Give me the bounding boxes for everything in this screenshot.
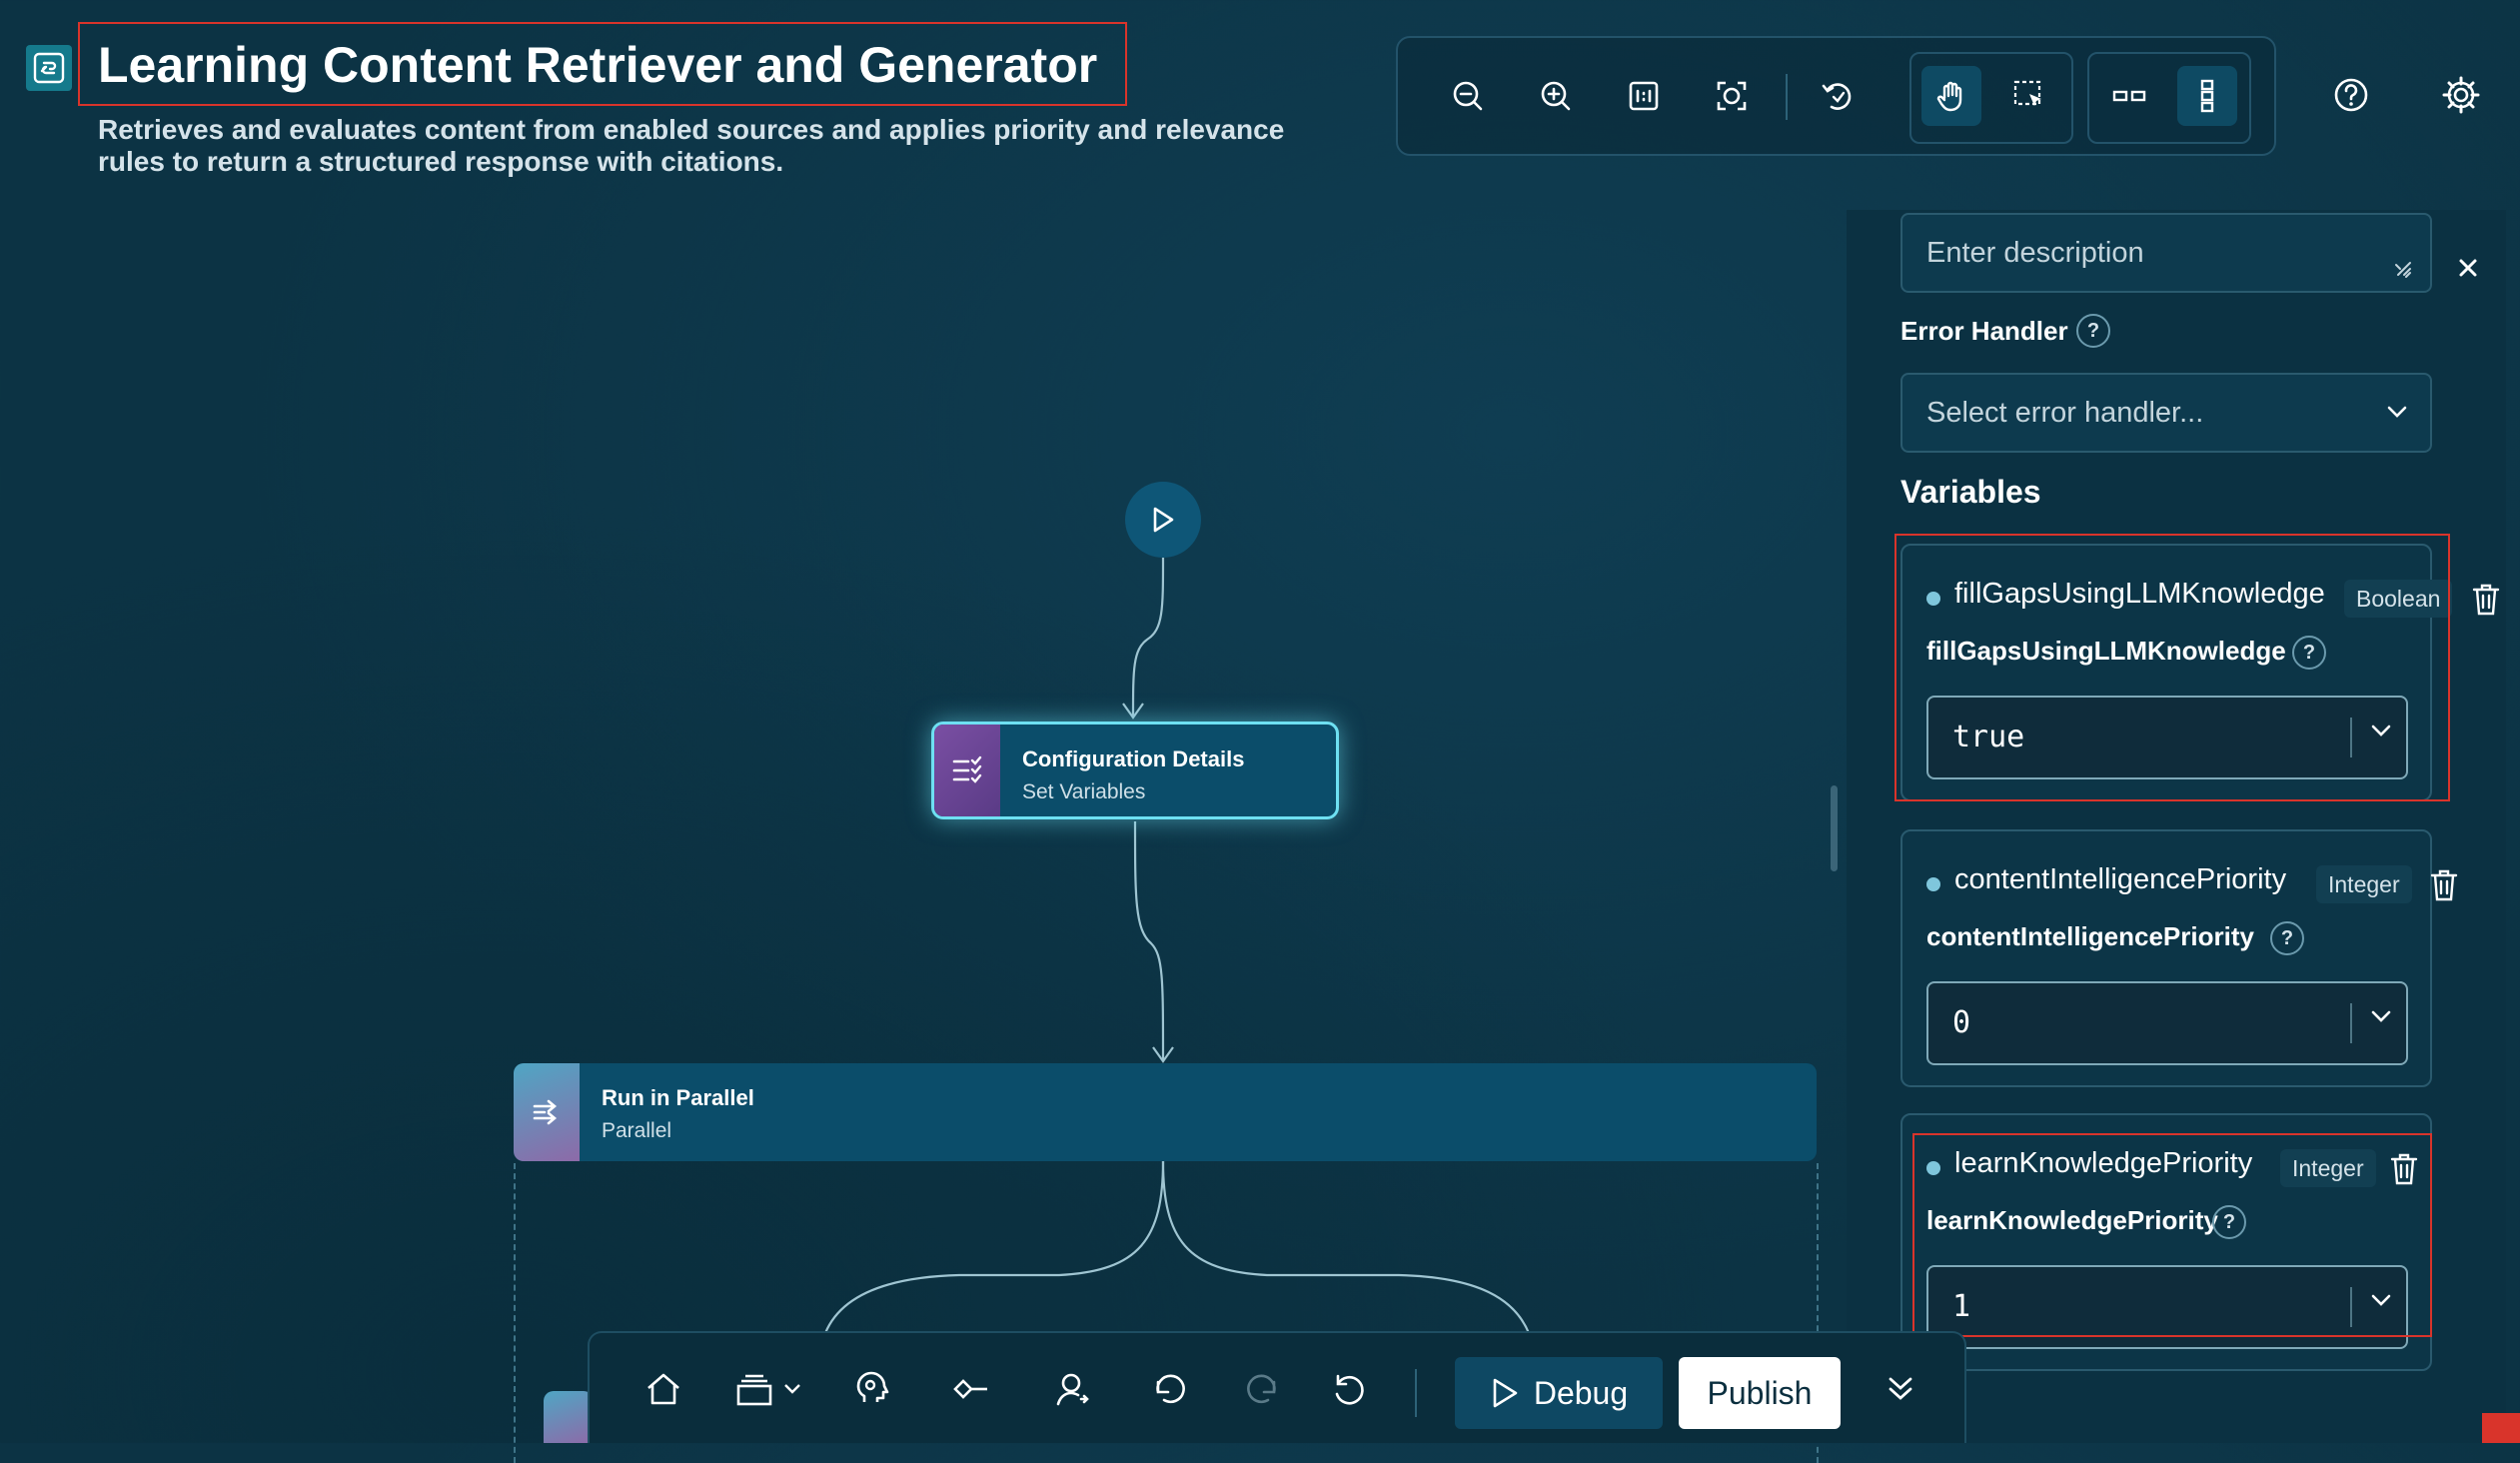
user-action-button[interactable]	[1043, 1359, 1103, 1419]
settings-button[interactable]	[2430, 64, 2492, 126]
variable-type-badge: Integer	[2316, 865, 2412, 903]
collapse-toolbar-button[interactable]	[1871, 1359, 1930, 1419]
ai-head-icon	[856, 1371, 889, 1402]
vertical-layout-button[interactable]	[2177, 66, 2237, 126]
resize-grip-icon[interactable]	[2392, 257, 2416, 281]
description-input[interactable]: Enter description	[1900, 213, 2432, 293]
ai-agent-button[interactable]	[843, 1359, 903, 1419]
layout-direction-group	[2087, 52, 2251, 144]
select-divider	[2350, 1003, 2352, 1043]
undo-button[interactable]	[1141, 1359, 1201, 1419]
error-handler-label: Error Handler	[1900, 316, 2068, 346]
error-handler-help-icon[interactable]: ?	[2076, 314, 2110, 348]
vertical-layout-icon	[2200, 79, 2214, 113]
double-chevron-down-icon	[1889, 1377, 1912, 1400]
node-title: Configuration Details	[1022, 746, 1245, 771]
run-in-parallel-node[interactable]: Run in Parallel Parallel	[514, 1063, 1817, 1161]
variables-section-title: Variables	[1900, 474, 2041, 510]
play-icon	[1493, 1378, 1518, 1408]
debug-button[interactable]: Debug	[1455, 1357, 1663, 1429]
bottom-toolbar: Debug Publish	[588, 1331, 1966, 1443]
add-step-button[interactable]	[941, 1359, 1001, 1419]
variable-status-dot	[1926, 877, 1940, 891]
close-panel-button[interactable]	[2450, 250, 2486, 286]
variable-value-select[interactable]: 0	[1926, 981, 2408, 1065]
node-subtitle: Parallel	[602, 1119, 672, 1142]
parallel-icon	[514, 1063, 580, 1161]
select-area-button[interactable]	[1999, 66, 2059, 126]
layers-dropdown-button[interactable]	[723, 1359, 813, 1419]
pan-hand-icon	[1936, 81, 1962, 112]
description-placeholder: Enter description	[1926, 237, 2144, 269]
chevron-down-icon	[784, 1384, 800, 1394]
help-button[interactable]	[2320, 64, 2382, 126]
horizontal-layout-button[interactable]	[2099, 66, 2159, 126]
help-icon	[2334, 78, 2368, 112]
variable-value: 0	[1952, 1005, 1971, 1040]
branch-child-node[interactable]	[544, 1391, 594, 1443]
refresh-button[interactable]	[1319, 1359, 1379, 1419]
home-icon	[647, 1373, 679, 1405]
toolbar-divider	[1415, 1369, 1417, 1417]
chevron-down-icon	[2387, 406, 2407, 418]
delete-variable-button[interactable]	[2428, 867, 2460, 903]
interaction-mode-group	[1909, 52, 2073, 144]
corner-indicator	[2482, 1413, 2520, 1443]
delete-variable-button[interactable]	[2470, 582, 2502, 618]
variable-card: contentIntelligencePriority Integer cont…	[1900, 829, 2458, 1087]
gear-icon	[2442, 76, 2480, 114]
start-node[interactable]	[1125, 482, 1201, 558]
configuration-details-node[interactable]: Configuration Details Set Variables	[931, 722, 1339, 819]
undo-icon	[1156, 1374, 1185, 1404]
horizontal-layout-icon	[2112, 90, 2146, 102]
close-icon	[2459, 259, 2477, 277]
user-search-icon	[1056, 1373, 1089, 1406]
home-button[interactable]	[633, 1359, 693, 1419]
chevron-down-icon	[2371, 1010, 2391, 1022]
play-icon	[1153, 507, 1174, 533]
select-area-icon	[2013, 80, 2041, 106]
variable-field-label: contentIntelligencePriority	[1926, 921, 2254, 951]
set-variables-icon	[934, 725, 1000, 816]
redo-icon	[1247, 1374, 1276, 1404]
error-handler-placeholder: Select error handler...	[1926, 397, 2204, 429]
variable-annotation-box	[1912, 1133, 2432, 1337]
panel-resize-handle[interactable]	[1831, 785, 1838, 871]
node-connector-icon	[953, 1379, 987, 1399]
refresh-icon	[1335, 1374, 1364, 1405]
layers-icon	[736, 1374, 772, 1406]
publish-button[interactable]: Publish	[1679, 1357, 1841, 1429]
debug-label: Debug	[1533, 1374, 1629, 1411]
pan-mode-button[interactable]	[1921, 66, 1981, 126]
variable-name: contentIntelligencePriority	[1954, 863, 2287, 895]
node-subtitle: Set Variables	[1022, 780, 1146, 803]
redo-button[interactable]	[1231, 1359, 1291, 1419]
node-title: Run in Parallel	[602, 1085, 754, 1110]
error-handler-select[interactable]: Select error handler...	[1900, 373, 2432, 453]
variable-help-icon[interactable]: ?	[2270, 921, 2304, 955]
variable-annotation-box	[1894, 534, 2450, 801]
